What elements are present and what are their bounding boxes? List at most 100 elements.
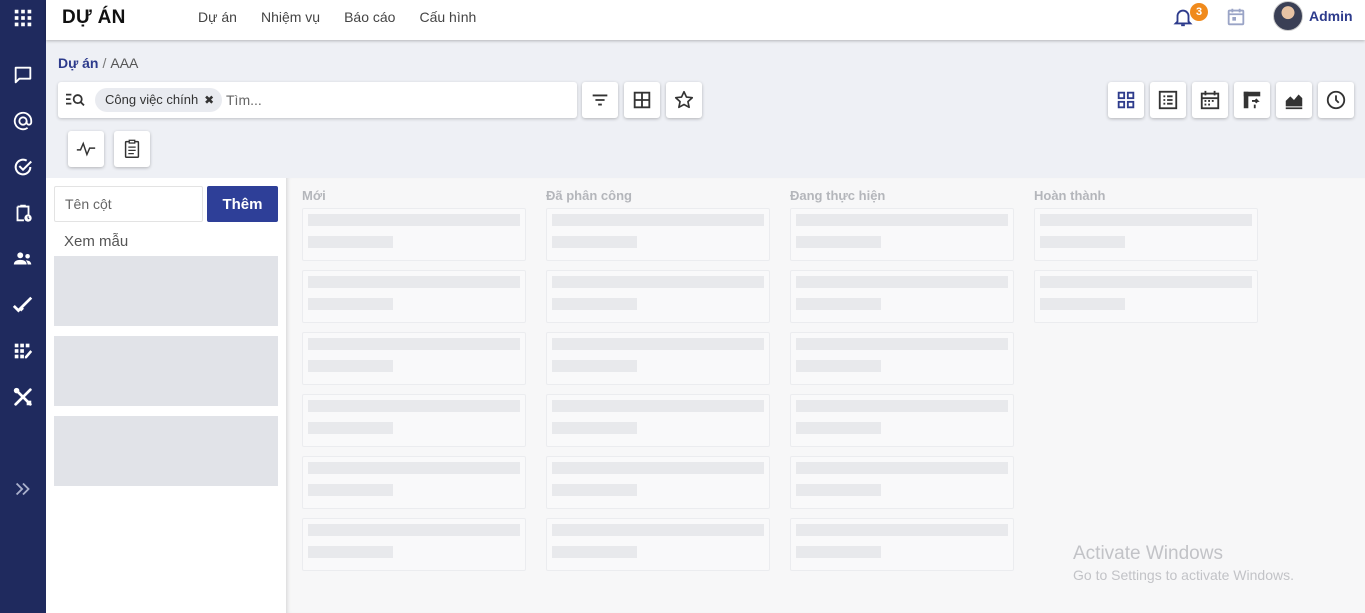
- skeleton-line: [796, 484, 881, 496]
- at-sign-icon[interactable]: [11, 109, 35, 133]
- favorite-star-icon: [674, 90, 694, 109]
- skeleton-line: [308, 400, 520, 412]
- skeleton-line: [308, 360, 393, 372]
- skeleton-line: [308, 422, 393, 434]
- kanban-view-button[interactable]: [1108, 82, 1144, 118]
- skeleton-line: [796, 546, 881, 558]
- windows-watermark-title: Activate Windows: [1073, 543, 1223, 564]
- avatar[interactable]: [1273, 1, 1303, 31]
- windows-watermark-subtitle: Go to Settings to activate Windows.: [1073, 567, 1294, 583]
- double-check-icon[interactable]: [11, 293, 35, 317]
- skeleton-card: [790, 270, 1014, 323]
- skeleton-card: [302, 518, 526, 571]
- left-rail: [0, 0, 46, 613]
- menu-item-projects[interactable]: Dự án: [186, 0, 249, 40]
- pulse-button[interactable]: [68, 131, 104, 167]
- skeleton-line: [552, 462, 764, 474]
- user-name[interactable]: Admin: [1309, 8, 1353, 24]
- skeleton-card: [546, 332, 770, 385]
- graph-view-button[interactable]: [1276, 82, 1312, 118]
- column-title-done: Hoàn thành: [1034, 188, 1106, 203]
- favorite-button[interactable]: [666, 82, 702, 118]
- skeleton-card: [790, 456, 1014, 509]
- tools-icon[interactable]: [11, 385, 35, 409]
- skeleton-card: [302, 208, 526, 261]
- filter-button[interactable]: [582, 82, 618, 118]
- preview-placeholder: [54, 336, 278, 406]
- column-title-assigned: Đã phân công: [546, 188, 632, 203]
- skeleton-line: [552, 360, 637, 372]
- column-title-new: Mới: [302, 188, 326, 203]
- skeleton-line: [796, 298, 881, 310]
- skeleton-line: [308, 462, 520, 474]
- skeleton-card: [546, 270, 770, 323]
- search-bar: Công việc chính ✖: [58, 82, 577, 118]
- group-by-button[interactable]: [624, 82, 660, 118]
- notification-badge: 3: [1190, 3, 1208, 21]
- skeleton-line: [552, 546, 637, 558]
- skeleton-line: [552, 422, 637, 434]
- breadcrumb-root[interactable]: Dự án: [58, 55, 98, 71]
- kanban-setup-panel: Thêm Xem mẫu: [46, 178, 286, 613]
- skeleton-line: [552, 276, 764, 288]
- skeleton-card: [790, 332, 1014, 385]
- preview-placeholder: [54, 416, 278, 486]
- pulse-icon: [76, 141, 96, 157]
- add-column-button[interactable]: Thêm: [207, 186, 278, 222]
- breadcrumb-current: AAA: [110, 55, 139, 71]
- skeleton-line: [796, 524, 1008, 536]
- pivot-view-button[interactable]: [1234, 82, 1270, 118]
- skeleton-card: [790, 518, 1014, 571]
- skeleton-line: [552, 236, 637, 248]
- skeleton-card: [302, 456, 526, 509]
- skeleton-line: [552, 214, 764, 226]
- skeleton-card: [302, 394, 526, 447]
- chat-icon[interactable]: [11, 63, 35, 87]
- column-name-input[interactable]: [54, 186, 203, 222]
- calendar-icon[interactable]: [1225, 6, 1247, 28]
- users-icon[interactable]: [11, 247, 35, 271]
- skeleton-line: [552, 400, 764, 412]
- check-circle-icon[interactable]: [11, 155, 35, 179]
- skeleton-line: [552, 298, 637, 310]
- skeleton-line: [1040, 236, 1125, 248]
- top-bar: DỰ ÁN Dự án Nhiệm vụ Báo cáo Cấu hình 3 …: [46, 0, 1365, 40]
- apps-grid-icon[interactable]: [11, 6, 35, 30]
- skeleton-line: [796, 276, 1008, 288]
- clipboard-clock-icon[interactable]: [11, 201, 35, 225]
- skeleton-card: [1034, 208, 1258, 261]
- skeleton-line: [796, 338, 1008, 350]
- skeleton-card: [1034, 270, 1258, 323]
- skeleton-line: [308, 546, 393, 558]
- skeleton-card: [790, 394, 1014, 447]
- breadcrumb: Dự án / AAA: [58, 55, 138, 71]
- kanban-view-icon: [1117, 91, 1135, 109]
- menu-item-reports[interactable]: Báo cáo: [332, 0, 407, 40]
- skeleton-line: [1040, 298, 1125, 310]
- skeleton-line: [1040, 214, 1252, 226]
- skeleton-line: [552, 524, 764, 536]
- skeleton-line: [796, 214, 1008, 226]
- skeleton-card: [546, 456, 770, 509]
- filter-icon: [592, 94, 608, 106]
- clipboard-button[interactable]: [114, 131, 150, 167]
- list-view-icon: [1158, 90, 1178, 110]
- pivot-view-icon: [1243, 91, 1261, 109]
- task-grid-icon[interactable]: [11, 339, 35, 363]
- activity-view-button[interactable]: [1318, 82, 1354, 118]
- skeleton-line: [552, 484, 637, 496]
- search-options-icon[interactable]: [64, 91, 86, 109]
- calendar-view-button[interactable]: [1192, 82, 1228, 118]
- menu-item-config[interactable]: Cấu hình: [407, 0, 488, 40]
- skeleton-line: [308, 484, 393, 496]
- activity-view-icon: [1326, 90, 1346, 110]
- list-view-button[interactable]: [1150, 82, 1186, 118]
- skeleton-line: [796, 360, 881, 372]
- close-icon[interactable]: ✖: [204, 88, 214, 112]
- preview-label[interactable]: Xem mẫu: [64, 233, 128, 250]
- expand-chevrons-icon[interactable]: [11, 477, 35, 501]
- search-input[interactable]: [226, 88, 566, 112]
- skeleton-line: [796, 236, 881, 248]
- menu-item-tasks[interactable]: Nhiệm vụ: [249, 0, 332, 40]
- preview-placeholder: [54, 256, 278, 326]
